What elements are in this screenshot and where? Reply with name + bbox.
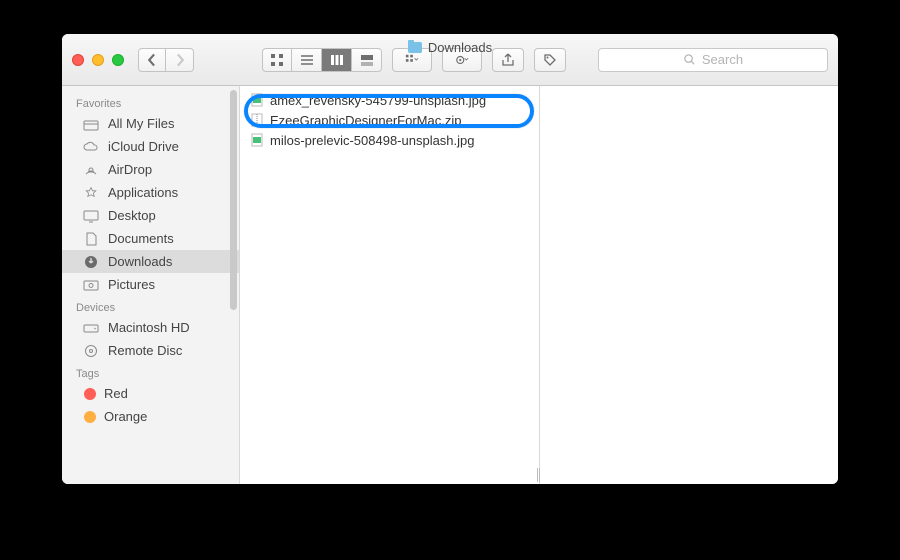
sidebar-item-label: Desktop — [108, 208, 156, 223]
sidebar-item-all-my-files[interactable]: All My Files — [62, 112, 239, 135]
sidebar-item-airdrop[interactable]: AirDrop — [62, 158, 239, 181]
share-button-group — [492, 48, 524, 72]
sidebar-section-favorites: Favorites — [62, 92, 239, 112]
chevron-left-icon — [145, 53, 159, 67]
back-button[interactable] — [138, 48, 166, 72]
finder-window: Downloads — [62, 34, 838, 484]
applications-icon — [82, 186, 100, 200]
search-placeholder: Search — [702, 52, 743, 67]
tag-icon — [543, 53, 557, 67]
sidebar-item-documents[interactable]: Documents — [62, 227, 239, 250]
file-name: EzeeGraphicDesignerForMac.zip — [270, 113, 461, 128]
icloud-icon — [82, 140, 100, 154]
file-row[interactable]: EzeeGraphicDesignerForMac.zip — [240, 110, 539, 130]
pictures-icon — [82, 278, 100, 292]
column-view-icon — [330, 53, 344, 67]
forward-button[interactable] — [166, 48, 194, 72]
tag-color-icon — [84, 411, 96, 423]
sidebar-item-label: Remote Disc — [108, 343, 182, 358]
sidebar-section-devices: Devices — [62, 296, 239, 316]
action-button-group — [442, 48, 482, 72]
airdrop-icon — [82, 163, 100, 177]
sidebar-item-downloads[interactable]: Downloads — [62, 250, 239, 273]
sidebar-item-applications[interactable]: Applications — [62, 181, 239, 204]
file-row[interactable]: milos-prelevic-508498-unsplash.jpg — [240, 130, 539, 150]
view-column-button[interactable] — [322, 48, 352, 72]
sidebar-item-label: AirDrop — [108, 162, 152, 177]
sidebar-item-desktop[interactable]: Desktop — [62, 204, 239, 227]
sidebar-item-tag-red[interactable]: Red — [62, 382, 239, 405]
sidebar-section-tags: Tags — [62, 362, 239, 382]
view-list-button[interactable] — [292, 48, 322, 72]
zip-file-icon — [250, 112, 264, 128]
search-icon — [683, 53, 696, 66]
nav-buttons — [138, 48, 194, 72]
gear-icon — [455, 53, 469, 67]
close-button[interactable] — [72, 54, 84, 66]
desktop-icon — [82, 209, 100, 223]
sidebar-item-macintosh-hd[interactable]: Macintosh HD — [62, 316, 239, 339]
downloads-icon — [82, 255, 100, 269]
sidebar: Favorites All My Files iCloud Drive AirD… — [62, 86, 240, 484]
view-mode-segment — [262, 48, 382, 72]
sidebar-item-label: Pictures — [108, 277, 155, 292]
minimize-button[interactable] — [92, 54, 104, 66]
sidebar-item-label: Documents — [108, 231, 174, 246]
disc-icon — [82, 344, 100, 358]
tag-color-icon — [84, 388, 96, 400]
sidebar-item-label: iCloud Drive — [108, 139, 179, 154]
coverflow-view-icon — [360, 53, 374, 67]
hdd-icon — [82, 321, 100, 335]
view-icon-button[interactable] — [262, 48, 292, 72]
file-list-column: amex_revensky-545799-unsplash.jpg EzeeGr… — [240, 86, 540, 484]
list-view-icon — [300, 53, 314, 67]
sidebar-item-icloud-drive[interactable]: iCloud Drive — [62, 135, 239, 158]
icon-view-icon — [270, 53, 284, 67]
file-name: amex_revensky-545799-unsplash.jpg — [270, 93, 486, 108]
share-icon — [501, 53, 515, 67]
sidebar-item-pictures[interactable]: Pictures — [62, 273, 239, 296]
sidebar-item-tag-orange[interactable]: Orange — [62, 405, 239, 428]
sidebar-item-label: Macintosh HD — [108, 320, 190, 335]
share-button[interactable] — [492, 48, 524, 72]
file-row[interactable]: amex_revensky-545799-unsplash.jpg — [240, 90, 539, 110]
edit-tags-button-group — [534, 48, 566, 72]
search-wrap: Search — [598, 48, 828, 72]
sidebar-item-label: Downloads — [108, 254, 172, 269]
all-my-files-icon — [82, 117, 100, 131]
sidebar-item-label: Orange — [104, 409, 147, 424]
documents-icon — [82, 232, 100, 246]
sidebar-scrollbar[interactable] — [230, 90, 237, 310]
action-button[interactable] — [442, 48, 482, 72]
maximize-button[interactable] — [112, 54, 124, 66]
image-file-icon — [250, 132, 264, 148]
titlebar: Downloads — [62, 34, 838, 86]
edit-tags-button[interactable] — [534, 48, 566, 72]
arrange-button[interactable] — [392, 48, 432, 72]
chevron-right-icon — [173, 53, 187, 67]
sidebar-item-label: All My Files — [108, 116, 174, 131]
search-input[interactable]: Search — [598, 48, 828, 72]
view-coverflow-button[interactable] — [352, 48, 382, 72]
window-body: Favorites All My Files iCloud Drive AirD… — [62, 86, 838, 484]
preview-column — [540, 86, 838, 484]
window-controls — [72, 54, 124, 66]
image-file-icon — [250, 92, 264, 108]
arrange-icon — [405, 53, 419, 67]
sidebar-item-label: Red — [104, 386, 128, 401]
column-resize-handle[interactable] — [537, 468, 544, 482]
arrange-button-group — [392, 48, 432, 72]
sidebar-item-label: Applications — [108, 185, 178, 200]
file-name: milos-prelevic-508498-unsplash.jpg — [270, 133, 475, 148]
sidebar-item-remote-disc[interactable]: Remote Disc — [62, 339, 239, 362]
